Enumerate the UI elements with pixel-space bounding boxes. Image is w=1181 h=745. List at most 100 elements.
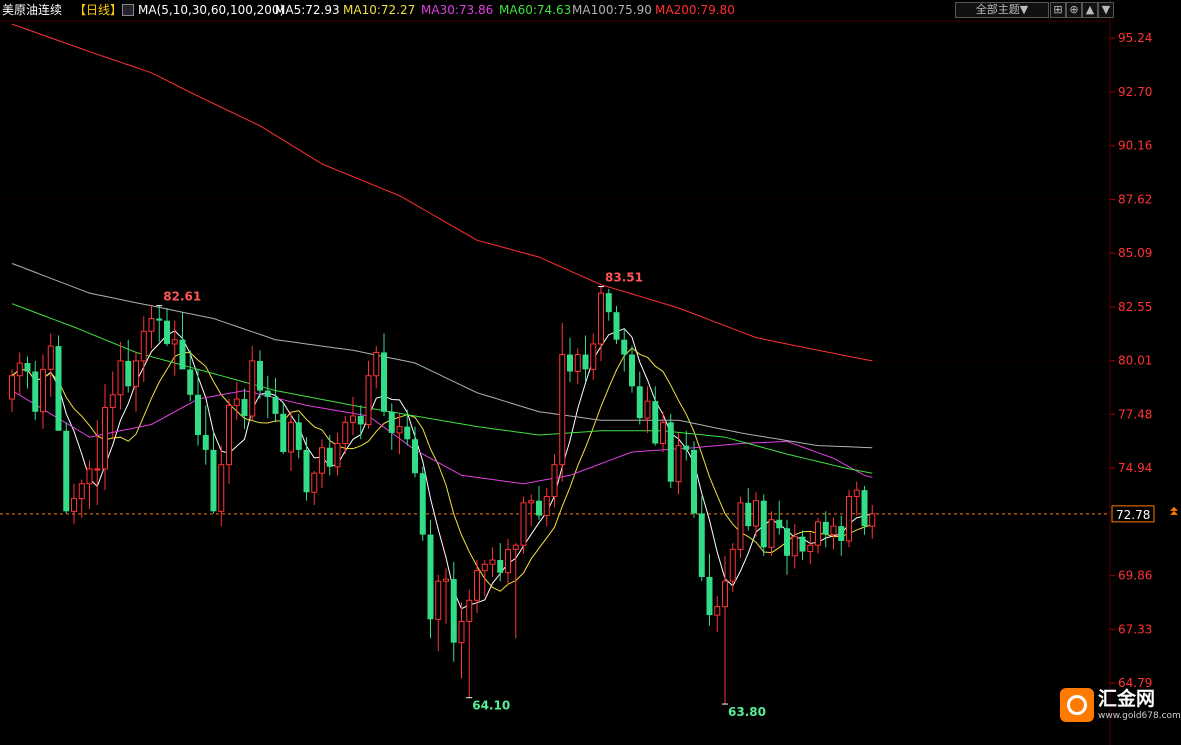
candle-body [264, 390, 271, 397]
candle-body [838, 526, 845, 541]
candle-body [156, 318, 163, 321]
candles [9, 286, 876, 705]
candle [869, 504, 876, 539]
candle-body [869, 513, 876, 527]
candle-body [474, 570, 480, 601]
candle-body [311, 472, 318, 493]
candle [55, 335, 62, 431]
candle [698, 496, 705, 582]
candle [458, 602, 465, 679]
candle [574, 348, 581, 385]
candle-body [226, 404, 232, 466]
candle [605, 288, 612, 321]
candle-body [381, 352, 387, 412]
ma-line-ma60 [11, 303, 873, 474]
zoom-icon[interactable]: ⊕ [1066, 2, 1082, 18]
candle [47, 333, 54, 397]
annotation-label: 82.61 [163, 290, 201, 304]
candle [396, 413, 403, 455]
candle [412, 426, 418, 478]
candle [249, 346, 256, 421]
indicator-icon[interactable] [122, 4, 134, 16]
candle [40, 354, 46, 429]
candle-body [218, 464, 225, 512]
candle-body [9, 375, 15, 400]
ma30-value: MA30:73.86 [421, 3, 494, 17]
candle [187, 350, 194, 402]
candle-body [590, 343, 597, 370]
candle-body [427, 534, 434, 620]
candle-body [195, 394, 201, 436]
candle-body [24, 363, 31, 372]
logo-name: 汇金网 [1098, 688, 1156, 710]
candle-body [675, 445, 682, 483]
candle-body [722, 580, 728, 608]
candle [365, 360, 372, 429]
period-label[interactable]: 【日线】 [74, 0, 122, 20]
candle [164, 307, 170, 347]
candle-body [140, 330, 147, 362]
ma100-value: MA100:75.90 [572, 3, 652, 17]
candle [815, 517, 821, 554]
candle [644, 386, 651, 433]
candle [257, 350, 263, 400]
candle-body [768, 519, 775, 548]
candle [706, 553, 713, 626]
candle [528, 494, 535, 527]
price-tick-label: 74.94 [1118, 461, 1152, 475]
candle-body [667, 422, 674, 482]
candle [629, 346, 635, 393]
candle-body [753, 500, 759, 527]
candle-body [846, 495, 852, 542]
gold678-logo: 汇金网 www.gold678.com [1060, 688, 1181, 724]
candle [171, 320, 178, 376]
candle-body [319, 447, 325, 474]
price-tick-label: 87.62 [1118, 193, 1152, 207]
candle-body [629, 354, 635, 387]
candle-body [598, 292, 604, 345]
ma-definition[interactable]: MA(5,10,30,60,100,200) [138, 0, 284, 20]
candle-body [791, 536, 798, 557]
candle [295, 413, 302, 459]
candle-body [412, 439, 418, 474]
candle [264, 375, 271, 419]
arrow-up-icon[interactable]: ▲ [1082, 2, 1098, 18]
candle-body [853, 489, 860, 497]
candle [567, 337, 573, 383]
candle-body [815, 521, 821, 546]
logo-icon [1060, 688, 1094, 722]
candle-body [326, 447, 333, 467]
candle-body [776, 519, 783, 529]
candle [536, 485, 542, 520]
ma-line-ma10 [11, 347, 873, 592]
candle-body [683, 445, 690, 450]
arrow-down-icon[interactable]: ▼ [1098, 2, 1114, 18]
candle [179, 312, 186, 370]
theme-dropdown[interactable]: 全部主题▼ [955, 2, 1049, 18]
candle-body [714, 606, 721, 616]
candle-body [40, 368, 46, 413]
candle-body [419, 473, 426, 535]
candle-body [729, 548, 736, 582]
candle-body [32, 371, 39, 412]
candle-body [567, 354, 573, 372]
candle [288, 411, 294, 472]
candle [613, 305, 620, 344]
candle-body [543, 495, 550, 517]
candle-body [551, 464, 558, 497]
candlestick-chart[interactable]: 82.61 64.10 83.51 63.80 95.24 92.70 90.16 87.6… [0, 0, 1181, 745]
candle [125, 339, 132, 393]
candle-body [861, 490, 868, 527]
candle-body [109, 394, 116, 409]
candle-body [822, 521, 829, 535]
symbol-name: 美原油连续 [2, 3, 63, 17]
candle-body [799, 536, 806, 552]
candle [334, 432, 341, 476]
candle [784, 519, 790, 575]
candle-body [388, 411, 395, 433]
candle [760, 494, 767, 556]
grid-icon[interactable]: ⊞ [1050, 2, 1066, 18]
candle [636, 371, 643, 425]
candle [350, 396, 356, 436]
candle-body [365, 375, 372, 425]
